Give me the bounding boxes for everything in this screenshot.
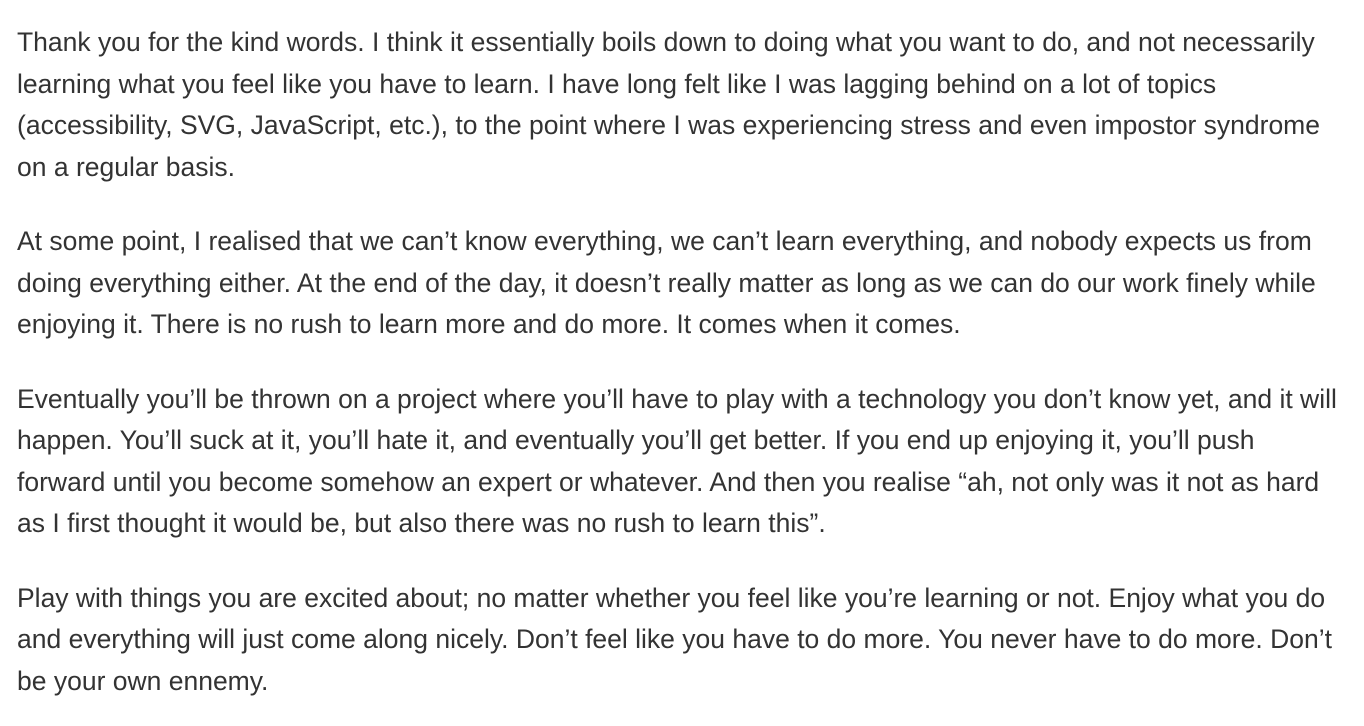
paragraph: Eventually you’ll be thrown on a project… (17, 383, 1337, 539)
paragraph: Thank you for the kind words. I think it… (17, 27, 1320, 182)
paragraph: Play with things you are excited about; … (17, 582, 1332, 696)
article-body: Thank you for the kind words. I think it… (0, 0, 1364, 726)
paragraph: At some point, I realised that we can’t … (17, 226, 1316, 339)
